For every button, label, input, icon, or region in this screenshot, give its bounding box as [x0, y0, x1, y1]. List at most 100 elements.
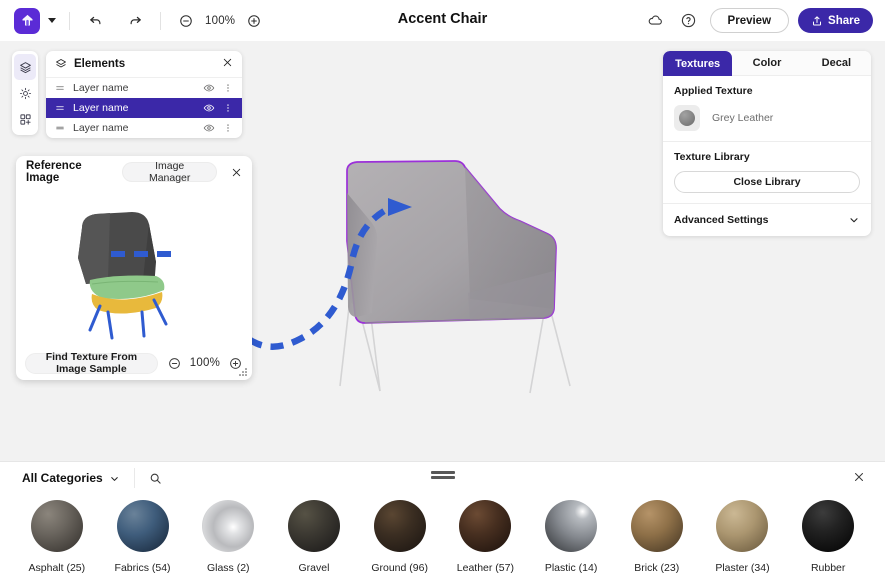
drag-handle-icon[interactable] — [55, 103, 65, 113]
reference-close-button[interactable] — [231, 167, 242, 178]
resize-grip-icon[interactable] — [239, 368, 248, 377]
divider — [160, 11, 161, 30]
applied-texture-section: Applied Texture Grey Leather — [663, 76, 871, 142]
material-item[interactable]: Glass (2) — [185, 500, 271, 574]
close-library-button[interactable]: Close Library — [674, 171, 860, 193]
material-sphere — [373, 500, 426, 552]
material-item[interactable]: Leather (57) — [443, 500, 529, 574]
share-label: Share — [828, 14, 860, 27]
material-label: Brick (23) — [634, 562, 680, 574]
tab-decal[interactable]: Decal — [801, 51, 871, 76]
zoom-in-button[interactable] — [242, 9, 266, 33]
material-item[interactable]: Gravel — [271, 500, 357, 574]
app-menu-button[interactable] — [14, 7, 56, 34]
texture-library-section: Texture Library Close Library — [663, 142, 871, 204]
material-item[interactable]: Plastic (14) — [528, 500, 614, 574]
elements-panel: Elements Layer name Layer name Layer nam… — [46, 51, 242, 138]
left-tool-rail — [12, 51, 38, 135]
reference-image-thumbnail[interactable] — [16, 188, 252, 346]
more-vertical-icon[interactable] — [223, 103, 233, 113]
rail-button-apps[interactable] — [14, 106, 36, 132]
cloud-icon[interactable] — [644, 9, 668, 33]
more-vertical-icon[interactable] — [223, 83, 233, 93]
eye-visible-icon[interactable] — [203, 102, 215, 114]
material-sphere — [630, 500, 683, 552]
zoom-out-button[interactable] — [174, 9, 198, 33]
material-item[interactable]: Ground (96) — [357, 500, 443, 574]
material-item[interactable]: Plaster (34) — [700, 500, 786, 574]
elements-close-button[interactable] — [222, 55, 233, 73]
material-sphere — [202, 500, 255, 552]
layer-name-label: Layer name — [73, 102, 129, 114]
drag-handle-icon[interactable] — [55, 83, 65, 93]
caret-down-icon — [48, 18, 56, 23]
rail-button-lighting[interactable] — [14, 80, 36, 106]
layer-name-label: Layer name — [73, 122, 129, 134]
category-dropdown[interactable]: All Categories — [0, 471, 120, 485]
image-manager-button[interactable]: Image Manager — [122, 160, 217, 184]
app-root: 100% Accent Chair Preview Share Elements… — [0, 0, 885, 577]
category-label: All Categories — [22, 471, 103, 485]
close-icon — [855, 473, 863, 481]
chevron-down-icon — [848, 214, 860, 226]
advanced-settings-row[interactable]: Advanced Settings — [663, 204, 871, 236]
texture-library-label: Texture Library — [674, 151, 750, 163]
share-upload-icon — [813, 15, 822, 25]
redo-button[interactable] — [123, 9, 147, 33]
undo-button[interactable] — [83, 9, 107, 33]
material-label: Leather (57) — [456, 562, 514, 574]
material-grid: Asphalt (25) Fabrics (54) Glass (2) Grav… — [0, 494, 885, 574]
layers-stack-icon — [19, 61, 31, 73]
reference-footer: Find Texture From Image Sample 100% — [16, 346, 252, 380]
zoom-level-label: 100% — [205, 14, 236, 27]
material-library-toolbar: All Categories — [0, 462, 885, 494]
more-vertical-icon[interactable] — [223, 123, 233, 133]
reference-zoom-level: 100% — [189, 357, 220, 369]
toolbar-right-group: Preview Share — [644, 0, 873, 41]
material-library-close-button[interactable] — [853, 470, 865, 488]
material-sphere — [116, 500, 169, 552]
find-texture-button[interactable]: Find Texture From Image Sample — [25, 351, 158, 375]
layer-row-2[interactable]: Layer name — [46, 98, 242, 118]
material-library-panel: All Categories Asphalt (25) Fabrics (54)… — [0, 461, 885, 577]
zoom-controls: 100% — [174, 9, 266, 33]
layer-row-1[interactable]: Layer name — [46, 78, 242, 98]
grid-apps-icon — [19, 113, 31, 125]
reference-zoom-out-button[interactable] — [167, 355, 183, 371]
material-sphere — [545, 500, 598, 552]
preview-button[interactable]: Preview — [709, 8, 790, 33]
texture-sphere-icon — [679, 110, 695, 126]
material-item[interactable]: Fabrics (54) — [100, 500, 186, 574]
material-label: Plastic (14) — [544, 562, 598, 574]
help-icon[interactable] — [677, 9, 701, 33]
search-button[interactable] — [135, 472, 162, 485]
rail-button-layers[interactable] — [14, 54, 36, 80]
advanced-settings-label: Advanced Settings — [674, 214, 769, 226]
lighting-sun-icon — [19, 87, 31, 99]
reference-header: Reference Image Image Manager — [16, 156, 252, 188]
eye-visible-icon[interactable] — [203, 122, 215, 134]
panel-resize-handle[interactable] — [430, 471, 455, 481]
material-label: Fabrics (54) — [114, 562, 171, 574]
applied-texture-row[interactable]: Grey Leather — [674, 105, 860, 131]
material-sphere — [802, 500, 855, 552]
material-label: Rubber — [810, 562, 846, 574]
eye-visible-icon[interactable] — [203, 82, 215, 94]
texture-swatch[interactable] — [674, 105, 700, 131]
drag-handle-icon[interactable] — [55, 123, 65, 133]
material-item[interactable]: Rubber — [785, 500, 871, 574]
layer-row-3[interactable]: Layer name — [46, 118, 242, 138]
applied-texture-label: Applied Texture — [674, 85, 753, 97]
properties-tabs: Textures Color Decal — [663, 51, 871, 76]
tab-textures[interactable]: Textures — [663, 51, 733, 76]
close-icon — [232, 168, 241, 176]
tab-color[interactable]: Color — [732, 51, 802, 76]
elements-title: Elements — [74, 58, 126, 70]
material-label: Glass (2) — [206, 562, 250, 574]
share-button[interactable]: Share — [798, 8, 873, 33]
material-item[interactable]: Brick (23) — [614, 500, 700, 574]
search-icon — [150, 473, 161, 484]
reference-image-panel: Reference Image Image Manager Find Textu… — [16, 156, 252, 380]
material-item[interactable]: Asphalt (25) — [14, 500, 100, 574]
material-label: Plaster (34) — [715, 562, 770, 574]
